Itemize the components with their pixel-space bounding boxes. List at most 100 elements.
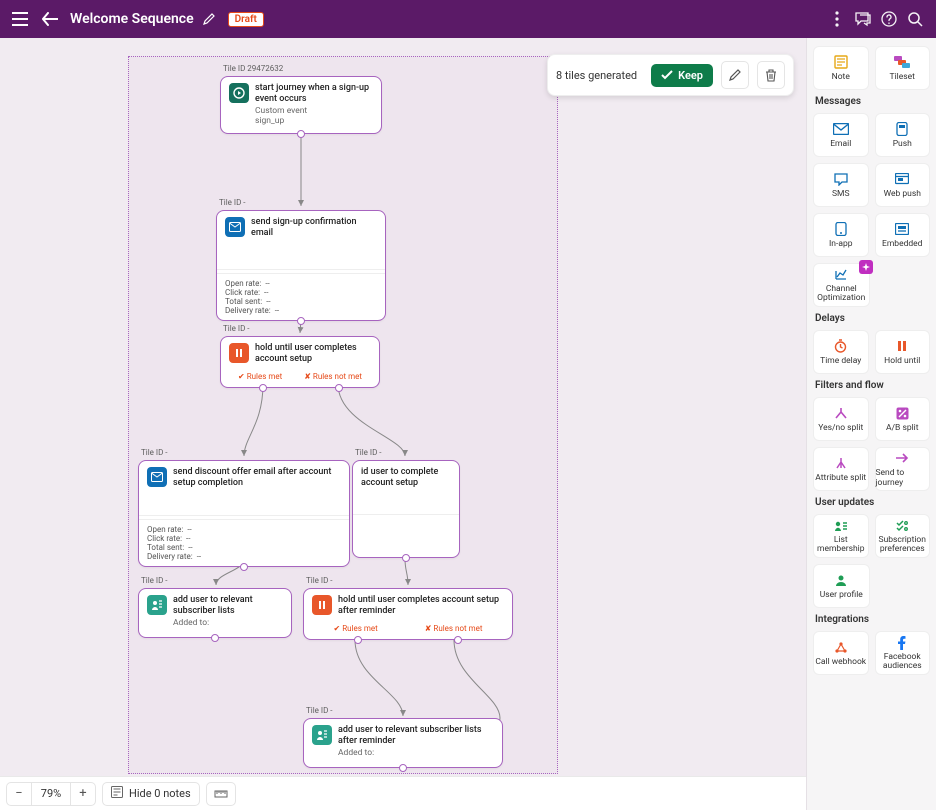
palette-webhook[interactable]: Call webhook	[813, 631, 869, 675]
edit-title-button[interactable]	[200, 10, 218, 28]
palette-webpush[interactable]: Web push	[875, 163, 931, 207]
port-out-met[interactable]	[259, 384, 267, 392]
palette-push[interactable]: Push	[875, 113, 931, 157]
tile-id-label: Tile ID -	[219, 198, 246, 207]
tile-title: start journey when a sign-up event occur…	[255, 83, 373, 106]
palette-tileset[interactable]: Tileset	[875, 46, 931, 90]
tile-title: send discount offer email after account …	[173, 467, 341, 490]
tile-id-label: Tile ID -	[306, 706, 333, 715]
generation-status: 8 tiles generated	[556, 69, 637, 82]
port-out-met[interactable]	[354, 636, 362, 644]
port-out-notmet[interactable]	[335, 384, 343, 392]
embedded-icon	[895, 221, 909, 237]
chat-icon[interactable]	[850, 6, 876, 32]
bottom-toolbar: − 79% + Hide 0 notes	[0, 776, 806, 810]
email-icon	[833, 121, 849, 137]
palette-inapp[interactable]: In-app	[813, 213, 869, 257]
palette-section-header: Filters and flow	[815, 380, 930, 391]
subscription-icon	[895, 518, 909, 534]
tile-id-label: Tile ID -	[306, 576, 333, 585]
palette-section-header: Messages	[815, 96, 930, 107]
optimization-icon	[834, 267, 848, 283]
tile-id-label: Tile ID 29472632	[223, 64, 283, 73]
palette-email[interactable]: Email	[813, 113, 869, 157]
percent-icon	[896, 405, 909, 421]
port-out-notmet[interactable]	[454, 636, 462, 644]
list-icon	[147, 595, 167, 615]
sms-icon	[834, 171, 848, 187]
note-icon	[834, 54, 848, 70]
tile-id-label: Tile ID -	[141, 576, 168, 585]
port-out[interactable]	[297, 130, 305, 138]
tile-subtitle: Custom event	[255, 106, 373, 117]
palette-user-profile[interactable]: User profile	[813, 564, 870, 608]
port-out[interactable]	[297, 317, 305, 325]
pause-icon	[312, 595, 332, 615]
palette-facebook[interactable]: Facebook audiences	[875, 631, 931, 675]
tile-stats: Open rate:-- Click rate:-- Total sent:--…	[139, 519, 349, 566]
back-button[interactable]	[38, 7, 62, 31]
keep-button[interactable]: Keep	[651, 64, 713, 87]
port-out[interactable]	[399, 764, 407, 772]
palette-sms[interactable]: SMS	[813, 163, 869, 207]
list-icon	[312, 725, 332, 745]
split-icon	[834, 405, 848, 421]
tileset-icon	[894, 54, 910, 70]
port-out[interactable]	[240, 563, 248, 571]
palette-attribute-split[interactable]: Attribute split	[813, 447, 869, 491]
inapp-icon	[835, 221, 847, 237]
palette-embedded[interactable]: Embedded	[875, 213, 931, 257]
tile-title: id user to complete account setup	[361, 467, 451, 490]
menu-icon[interactable]	[8, 7, 32, 31]
play-icon	[229, 83, 249, 103]
tile-add-list[interactable]: Tile ID - add user to relevant subscribe…	[138, 588, 292, 638]
palette-ab-split[interactable]: A/B split	[875, 397, 931, 441]
port-out[interactable]	[211, 634, 219, 642]
stopwatch-icon	[834, 338, 847, 354]
palette-hold-until[interactable]: Hold until	[875, 330, 931, 374]
palette-time-delay[interactable]: Time delay	[813, 330, 869, 374]
app-header: Welcome Sequence Draft	[0, 0, 936, 38]
palette-send-journey[interactable]: Send to journey	[875, 447, 931, 491]
tile-start[interactable]: Tile ID 29472632 start journey when a si…	[220, 76, 382, 134]
search-icon[interactable]	[902, 6, 928, 32]
webhook-icon	[834, 639, 848, 655]
tile-hold-until-reminder[interactable]: Tile ID - hold until user completes acco…	[303, 588, 513, 640]
note-toggle-icon	[111, 786, 123, 801]
rule-labels: Rules met Rules not met	[221, 372, 379, 387]
port-out[interactable]	[402, 554, 410, 562]
tile-id-label: Tile ID -	[141, 448, 168, 457]
tile-palette: Note Tileset Messages Email Push SMS Web…	[806, 38, 936, 810]
palette-subscription-pref[interactable]: Subscription preferences	[875, 514, 931, 558]
zoom-out-button[interactable]: −	[7, 783, 31, 805]
tile-id-label: Tile ID -	[355, 448, 382, 457]
zoom-value: 79%	[31, 782, 71, 806]
tile-subtitle: Added to:	[173, 618, 283, 629]
notes-group[interactable]: Hide 0 notes	[102, 782, 200, 806]
list-membership-icon	[834, 518, 848, 534]
tile-email-discount[interactable]: Tile ID - send discount offer email afte…	[138, 460, 350, 567]
palette-section-header: Integrations	[815, 614, 930, 625]
ruler-toggle[interactable]	[206, 782, 236, 806]
help-icon[interactable]	[876, 6, 902, 32]
tile-email-confirm[interactable]: Tile ID - send sign-up confirmation emai…	[216, 210, 386, 321]
page-title: Welcome Sequence	[70, 11, 194, 27]
delete-generation-button[interactable]	[757, 61, 785, 89]
palette-note[interactable]: Note	[813, 46, 869, 90]
rule-labels: Rules met Rules not met	[304, 624, 512, 639]
zoom-in-button[interactable]: +	[71, 783, 95, 805]
more-menu-button[interactable]	[824, 6, 850, 32]
webpush-icon	[895, 171, 909, 187]
tile-add-list-reminder[interactable]: Tile ID - add user to relevant subscribe…	[303, 718, 503, 768]
palette-list-membership[interactable]: List membership	[813, 514, 869, 558]
workflow-canvas[interactable]: Tile ID 29472632 start journey when a si…	[0, 38, 806, 776]
tile-id-label: Tile ID -	[223, 324, 250, 333]
palette-yesno-split[interactable]: Yes/no split	[813, 397, 869, 441]
palette-channel-opt[interactable]: Channel Optimization	[813, 263, 870, 307]
generation-toolbar: 8 tiles generated Keep	[547, 54, 794, 96]
tile-hold-until[interactable]: Tile ID - hold until user completes acco…	[220, 336, 380, 388]
edit-generation-button[interactable]	[721, 61, 749, 89]
arrow-right-icon	[895, 450, 909, 466]
tile-remind[interactable]: Tile ID - id user to complete account se…	[352, 460, 460, 558]
email-icon	[225, 217, 245, 237]
